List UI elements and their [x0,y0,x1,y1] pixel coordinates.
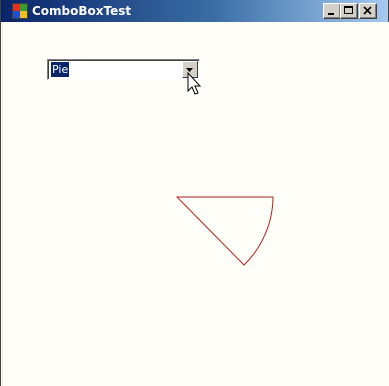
pie-drawing [175,196,274,266]
mouse-cursor-icon [187,72,202,95]
app-window: ComboBoxTest Pie [0,0,389,386]
pie-slice [175,196,274,266]
